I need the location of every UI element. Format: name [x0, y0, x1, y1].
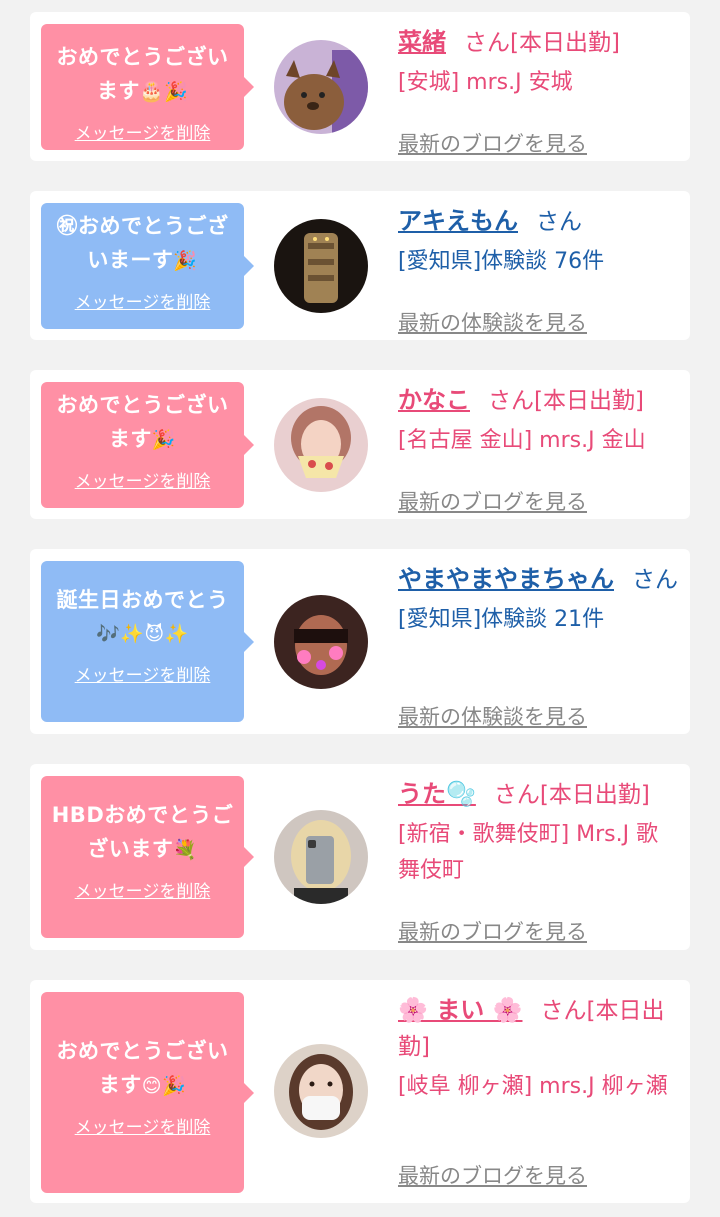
- message-bubble: HBDおめでとうございます💐 メッセージを削除: [41, 776, 254, 938]
- shop-info: [愛知県]体験談 76件: [398, 249, 605, 274]
- avatar[interactable]: [274, 40, 368, 134]
- shop-info: [名古屋 金山] mrs.J 金山: [398, 428, 646, 453]
- delete-message-link[interactable]: メッセージを削除: [75, 1113, 211, 1138]
- birthday-message-card: おめでとうございます🎂🎉 メッセージを削除 菜緒 さん[本日出勤] [安城] mr…: [30, 12, 690, 161]
- message-emoji: 🎶✨😈✨: [96, 623, 189, 645]
- latest-blog-link[interactable]: 最新のブログを見る: [398, 128, 587, 158]
- message-emoji: 🎂🎉: [139, 81, 189, 103]
- shop-info: [新宿・歌舞伎町] Mrs.J 歌舞伎町: [398, 822, 659, 883]
- avatar[interactable]: [274, 398, 368, 492]
- message-emoji: 🎉: [173, 250, 198, 272]
- birthday-message-card: HBDおめでとうございます💐 メッセージを削除 うた🫧 さん[本日出勤] [新宿・…: [30, 764, 690, 950]
- member-info: やまやまやまちゃん さん [愛知県]体験談 21件 最新の体験談を見る: [398, 561, 678, 729]
- latest-blog-link[interactable]: 最新のブログを見る: [398, 916, 587, 946]
- member-name-link[interactable]: うた🫧: [398, 780, 476, 808]
- message-text: 誕生日おめでとう: [56, 588, 229, 612]
- delete-message-link[interactable]: メッセージを削除: [75, 119, 211, 144]
- shop-info: [愛知県]体験談 21件: [398, 607, 605, 632]
- delete-message-link[interactable]: メッセージを削除: [75, 877, 211, 902]
- member-info: うた🫧 さん[本日出勤] [新宿・歌舞伎町] Mrs.J 歌舞伎町 最新のブログを…: [398, 776, 678, 944]
- member-name-link[interactable]: 菜緒: [398, 28, 446, 56]
- member-suffix: さん[本日出勤]: [493, 782, 650, 808]
- message-text: HBDおめでとうございます: [51, 803, 234, 861]
- avatar-image: [274, 398, 368, 492]
- avatar-image: [274, 1044, 368, 1138]
- delete-message-link[interactable]: メッセージを削除: [75, 288, 211, 313]
- avatar[interactable]: [274, 1044, 368, 1138]
- birthday-message-card: ㊗おめでとうございまーす🎉 メッセージを削除 アキえもん さん [愛知県]体験談 …: [30, 191, 690, 340]
- message-bubble: ㊗おめでとうございまーす🎉 メッセージを削除: [41, 203, 254, 329]
- birthday-message-card: おめでとうございます😊🎉 メッセージを削除 🌸 まい 🌸 さん[本日出勤] [岐阜…: [30, 980, 690, 1203]
- message-bubble: おめでとうございます🎂🎉 メッセージを削除: [41, 24, 254, 150]
- message-emoji: 🎉: [151, 429, 177, 451]
- member-info: アキえもん さん [愛知県]体験談 76件 最新の体験談を見る: [398, 203, 678, 335]
- message-text: おめでとうございます: [56, 393, 229, 451]
- member-info: 🌸 まい 🌸 さん[本日出勤] [岐阜 柳ヶ瀬] mrs.J 柳ヶ瀬 最新のブログ…: [398, 992, 678, 1193]
- message-emoji: 💐: [173, 839, 198, 861]
- avatar-image: [274, 595, 368, 689]
- message-bubble: 誕生日おめでとう 🎶✨😈✨ メッセージを削除: [41, 561, 254, 722]
- shop-info: [安城] mrs.J 安城: [398, 70, 573, 95]
- member-suffix: さん[本日出勤]: [464, 30, 620, 56]
- message-bubble: おめでとうございます🎉 メッセージを削除: [41, 382, 254, 508]
- member-name-link[interactable]: やまやまやまちゃん: [398, 565, 614, 593]
- latest-blog-link[interactable]: 最新のブログを見る: [398, 1160, 587, 1190]
- member-suffix: さん[本日出勤]: [488, 388, 644, 414]
- avatar-image: [274, 810, 368, 904]
- birthday-message-card: 誕生日おめでとう 🎶✨😈✨ メッセージを削除 やまやまやまちゃん さん [愛知県]…: [30, 549, 690, 734]
- latest-review-link[interactable]: 最新の体験談を見る: [398, 307, 587, 337]
- avatar-image: [274, 219, 368, 313]
- avatar[interactable]: [274, 810, 368, 904]
- message-bubble: おめでとうございます😊🎉 メッセージを削除: [41, 992, 254, 1193]
- latest-blog-link[interactable]: 最新のブログを見る: [398, 486, 587, 516]
- member-name-link[interactable]: アキえもん: [398, 207, 518, 235]
- member-suffix: さん: [632, 567, 678, 593]
- delete-message-link[interactable]: メッセージを削除: [75, 661, 211, 686]
- delete-message-link[interactable]: メッセージを削除: [75, 467, 211, 492]
- avatar-image: [274, 40, 368, 134]
- avatar[interactable]: [274, 595, 368, 689]
- member-name-link[interactable]: 🌸 まい 🌸: [398, 996, 522, 1024]
- member-suffix: さん: [536, 209, 582, 235]
- message-emoji: 😊🎉: [141, 1075, 187, 1097]
- member-info: かなこ さん[本日出勤] [名古屋 金山] mrs.J 金山 最新のブログを見る: [398, 382, 678, 514]
- member-name-link[interactable]: かなこ: [398, 386, 470, 414]
- latest-review-link[interactable]: 最新の体験談を見る: [398, 701, 587, 731]
- message-text: ㊗おめでとうございまーす: [56, 214, 229, 272]
- member-info: 菜緒 さん[本日出勤] [安城] mrs.J 安城 最新のブログを見る: [398, 24, 678, 156]
- avatar[interactable]: [274, 219, 368, 313]
- birthday-message-card: おめでとうございます🎉 メッセージを削除 かなこ さん[本日出勤] [名古屋 金山…: [30, 370, 690, 519]
- shop-info: [岐阜 柳ヶ瀬] mrs.J 柳ヶ瀬: [398, 1074, 668, 1099]
